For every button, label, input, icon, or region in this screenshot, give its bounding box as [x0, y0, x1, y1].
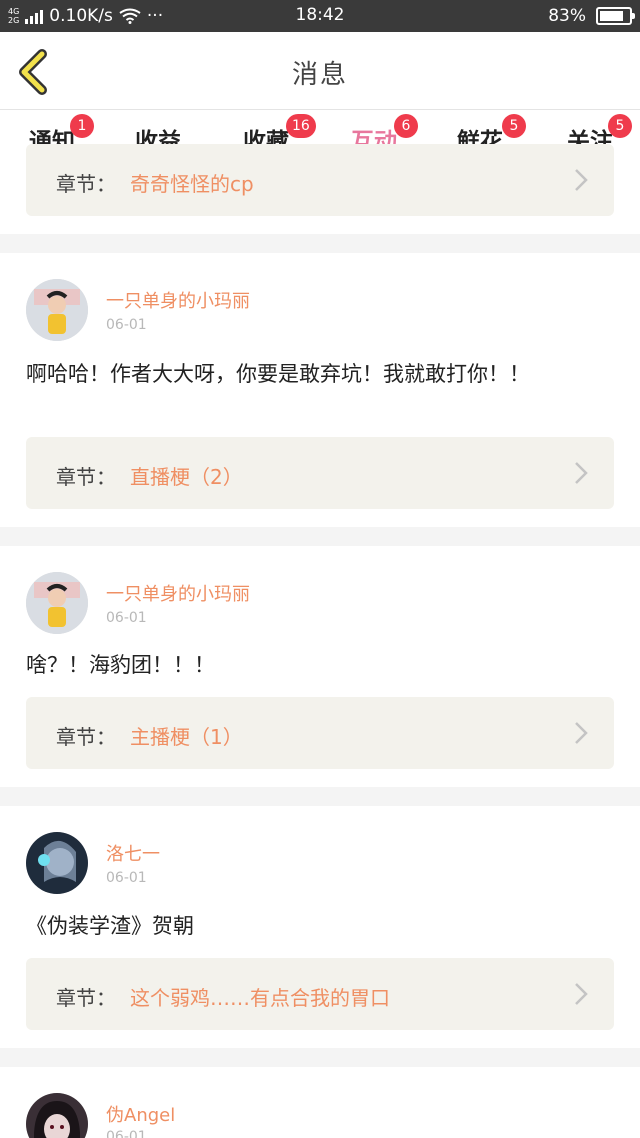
comment-text: 啥？！海豹团！！！ — [26, 653, 215, 677]
avatar-image — [26, 832, 88, 894]
chapter-title: 直播梗（2） — [130, 465, 243, 489]
status-right: 83% — [548, 0, 635, 32]
avatar-image — [26, 279, 88, 341]
username[interactable]: 一只单身的小玛丽 — [106, 287, 250, 313]
chapter-label: 章节： — [56, 172, 116, 196]
interaction-card: 洛七一 06-01 《伪装学渣》贺朝 章节： 这个弱鸡……有点合我的胃口 — [0, 806, 640, 1048]
avatar-image — [26, 1093, 88, 1138]
comment-date: 06-01 — [106, 870, 147, 886]
chapter-link[interactable]: 章节： 奇奇怪怪的cp — [26, 144, 614, 216]
chapter-link[interactable]: 章节： 直播梗（2） — [26, 437, 614, 509]
chapter-title: 这个弱鸡……有点合我的胃口 — [130, 986, 390, 1010]
count-badge: 5 — [608, 114, 632, 138]
chevron-right-icon — [575, 722, 588, 744]
count-badge: 6 — [394, 114, 418, 138]
interaction-card: 一只单身的小玛丽 06-01 啥？！海豹团！！！ 章节： 主播梗（1） — [0, 546, 640, 787]
count-badge: 5 — [502, 114, 526, 138]
nav-bar: 消息 — [0, 32, 640, 110]
comment-text: 啊哈哈！作者大大呀，你要是敢弃坑！我就敢打你！！ — [26, 362, 530, 386]
battery-fill — [600, 11, 624, 21]
username[interactable]: 洛七一 — [106, 840, 160, 866]
comment-date: 06-01 — [106, 610, 147, 626]
battery-percent: 83% — [548, 6, 586, 26]
comment-date: 06-01 — [106, 317, 147, 333]
status-bar: 4G 2G 0.10K/s ··· 18:42 83% — [0, 0, 640, 32]
username[interactable]: 伪Angel — [106, 1101, 175, 1127]
avatar-image — [26, 572, 88, 634]
interaction-card: 伪Angel 06-01 — [0, 1067, 640, 1138]
chapter-title: 奇奇怪怪的cp — [130, 172, 254, 196]
chapter-link[interactable]: 章节： 这个弱鸡……有点合我的胃口 — [26, 958, 614, 1030]
count-badge: 16 — [286, 114, 316, 138]
chapter-link[interactable]: 章节： 主播梗（1） — [26, 697, 614, 769]
chevron-right-icon — [575, 169, 588, 191]
interaction-card: 一只单身的小玛丽 06-01 啊哈哈！作者大大呀，你要是敢弃坑！我就敢打你！！ … — [0, 253, 640, 527]
status-time: 18:42 — [295, 5, 345, 25]
chapter-label: 章节： — [56, 986, 116, 1010]
comment-text: 《伪装学渣》贺朝 — [26, 914, 194, 938]
avatar[interactable] — [26, 1093, 88, 1138]
avatar[interactable] — [26, 279, 88, 341]
chapter-label: 章节： — [56, 465, 116, 489]
page-title: 消息 — [291, 60, 348, 90]
interaction-card: 章节： 奇奇怪怪的cp — [0, 144, 640, 234]
comment-date: 06-01 — [106, 1129, 147, 1138]
count-badge: 1 — [70, 114, 94, 138]
avatar[interactable] — [26, 832, 88, 894]
chevron-right-icon — [575, 462, 588, 484]
chevron-right-icon — [575, 983, 588, 1005]
avatar[interactable] — [26, 572, 88, 634]
chapter-title: 主播梗（1） — [130, 725, 243, 749]
battery-icon — [596, 7, 635, 25]
username[interactable]: 一只单身的小玛丽 — [106, 580, 250, 606]
chapter-label: 章节： — [56, 725, 116, 749]
